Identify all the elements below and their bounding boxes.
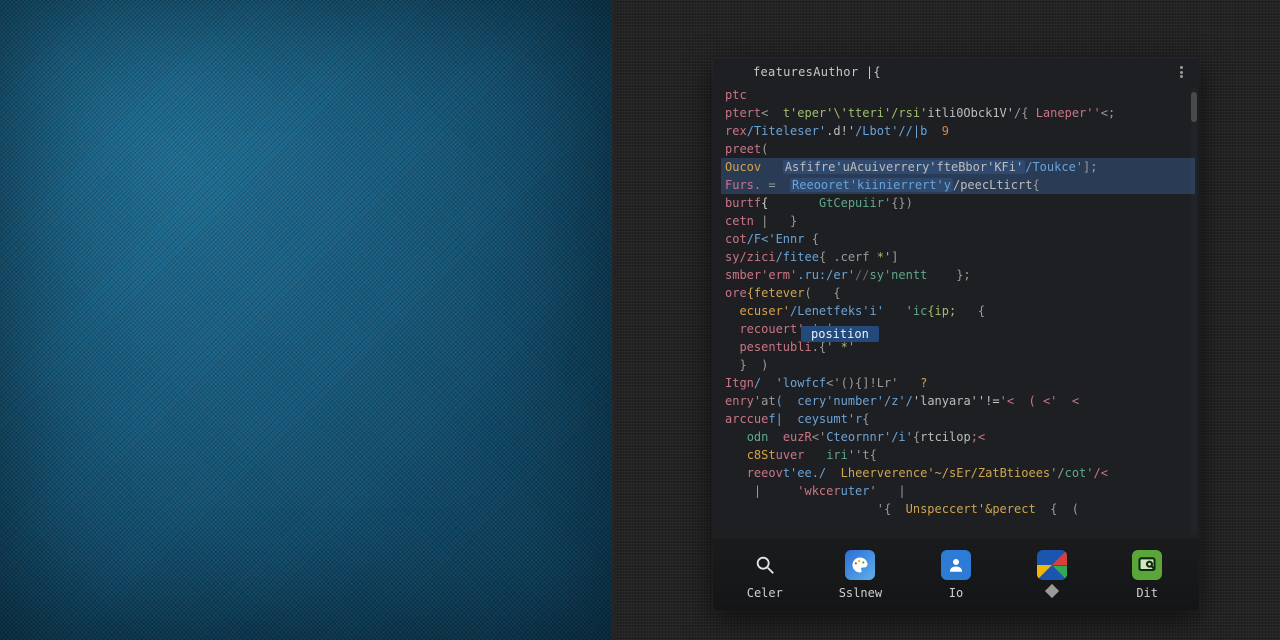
taskbar-item-palette[interactable]: Sslnew [820,550,900,600]
code-line[interactable]: cot/F<'Ennr { [721,230,1195,248]
code-line[interactable]: rex/Titeleser'.d!'/Lbot'//|b 9 [721,122,1195,140]
code-line[interactable]: ecuser'/Lenetfeks'i' 'ic{ip; { [721,302,1195,320]
code-line[interactable]: Itgn/ 'lowfcf<'(){]!Lr' ? [721,374,1195,392]
code-line[interactable]: Oucov Asfifre'uAcuiverrery'fteBbor'KFi'/… [721,158,1195,176]
taskbar: Celer Sslnew Io [713,538,1199,611]
taskbar-label: Celer [747,586,783,600]
code-line[interactable]: ptert< t'eper'\'tteri'/rsi'itli0Obck1V'/… [721,104,1195,122]
code-line[interactable]: pesentubli.{' *' [721,338,1195,356]
code-editor-window: featuresAuthor |{ ptcptert< t'eper'\'tte… [713,58,1199,611]
mail-icon [1037,550,1067,580]
kebab-menu-icon[interactable] [1175,66,1187,78]
code-line[interactable]: recouert'r'.| [721,320,1195,338]
code-line[interactable]: } ) [721,356,1195,374]
code-line[interactable]: '{ Unspeccert'&perect { ( [721,500,1195,518]
code-line[interactable]: cetn | } [721,212,1195,230]
taskbar-item-contact[interactable]: Io [916,550,996,600]
taskbar-item-mail[interactable] [1012,550,1092,600]
contact-icon [941,550,971,580]
code-line[interactable]: Furs. = Reeooret'kiinierrert'y/peecLticr… [721,176,1195,194]
terminal-icon [1132,550,1162,580]
code-line[interactable]: reeovt'ee./ Lheerverence'~/sEr/ZatBtioee… [721,464,1195,482]
taskbar-label: Io [949,586,963,600]
editor-titlebar[interactable]: featuresAuthor |{ [713,58,1199,86]
code-line[interactable]: odn euzR<'Cteornnr'/i'{rtcilop;< [721,428,1195,446]
taskbar-label: Sslnew [839,586,882,600]
code-line[interactable]: preet( [721,140,1195,158]
autocomplete-popup[interactable]: position [801,326,879,342]
taskbar-item-search[interactable]: Celer [725,550,805,600]
code-line[interactable]: enry'at( cery'number'/z'/'lanyara''!='< … [721,392,1195,410]
desktop-left-wallpaper [0,0,612,640]
code-line[interactable]: burtf{ GtCepuiir'{}) [721,194,1195,212]
scrollbar-thumb[interactable] [1191,92,1197,122]
code-line[interactable]: c8Stuver iri''t{ [721,446,1195,464]
editor-tab-title: featuresAuthor |{ [753,65,881,79]
palette-icon [845,550,875,580]
autocomplete-item: position [811,327,869,341]
code-line[interactable]: arccuef| ceysumt'r{ [721,410,1195,428]
code-area[interactable]: ptcptert< t'eper'\'tteri'/rsi'itli0Obck1… [721,86,1195,538]
code-line[interactable]: sy/zici/fitee{ .cerf *'] [721,248,1195,266]
diamond-icon [1045,584,1059,598]
code-line[interactable]: | 'wkceruter' | [721,482,1195,500]
editor-scrollbar[interactable] [1191,88,1197,535]
code-line[interactable]: ore{fetever( { [721,284,1195,302]
code-line[interactable]: ptc [721,86,1195,104]
code-line[interactable]: smber'erm'.ru:/er'//sy'nentt }; [721,266,1195,284]
search-icon [750,550,780,580]
taskbar-item-terminal[interactable]: Dit [1107,550,1187,600]
taskbar-label: Dit [1136,586,1158,600]
